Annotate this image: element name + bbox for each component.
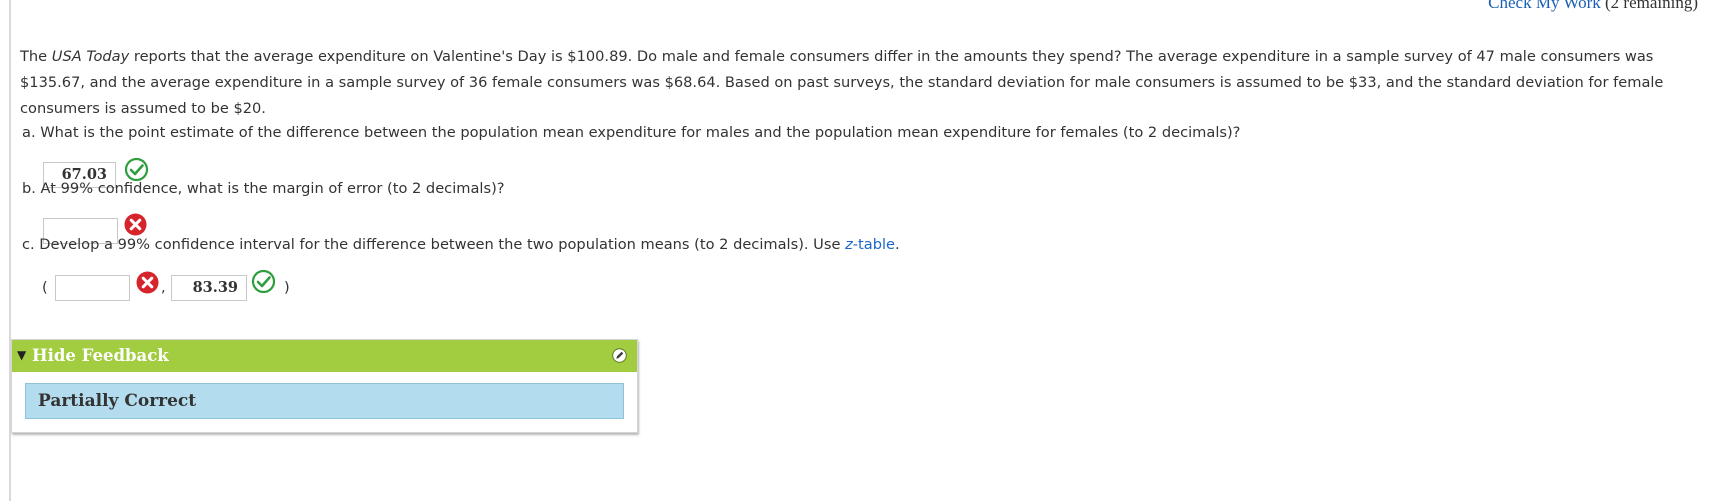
z-table-link-text: -table xyxy=(852,236,895,253)
close-paren: ) xyxy=(284,279,290,296)
check-my-work: Check My Work (2 remaining) xyxy=(1488,0,1698,13)
part-c-prompt-end: . xyxy=(895,236,900,253)
z-table-link[interactable]: z-table xyxy=(845,236,895,253)
question-intro: The xyxy=(20,48,52,65)
part-a-prompt: a. What is the point estimate of the dif… xyxy=(22,124,1241,141)
z-table-link-italic: z xyxy=(845,236,853,253)
feedback-panel: ▼ Hide Feedback Partially Correct xyxy=(11,339,638,433)
remaining-count: (2 remaining) xyxy=(1605,0,1698,12)
question-source: USA Today xyxy=(51,48,130,65)
part-c-prompt: c. Develop a 99% confidence interval for… xyxy=(22,236,900,253)
hide-feedback-toggle[interactable]: Hide Feedback xyxy=(32,346,169,365)
x-circle-icon xyxy=(135,270,160,295)
question-text: The USA Today reports that the average e… xyxy=(20,44,1710,122)
comma: , xyxy=(161,279,166,296)
x-circle-icon xyxy=(123,212,148,237)
part-b-prompt: b. At 99% confidence, what is the margin… xyxy=(22,180,505,197)
pencil-icon[interactable] xyxy=(612,348,627,367)
question-body: reports that the average expenditure on … xyxy=(20,48,1664,117)
part-c-lower-field[interactable] xyxy=(55,275,130,301)
feedback-header[interactable]: ▼ Hide Feedback xyxy=(12,340,637,372)
open-paren: ( xyxy=(42,279,48,296)
triangle-down-icon: ▼ xyxy=(17,348,27,362)
part-c-upper-field[interactable]: 83.39 xyxy=(171,275,247,301)
check-my-work-link[interactable]: Check My Work xyxy=(1488,0,1601,12)
check-circle-icon xyxy=(251,269,276,294)
feedback-result: Partially Correct xyxy=(25,383,624,419)
check-circle-icon xyxy=(124,157,149,182)
part-c-prompt-text: c. Develop a 99% confidence interval for… xyxy=(22,236,846,253)
